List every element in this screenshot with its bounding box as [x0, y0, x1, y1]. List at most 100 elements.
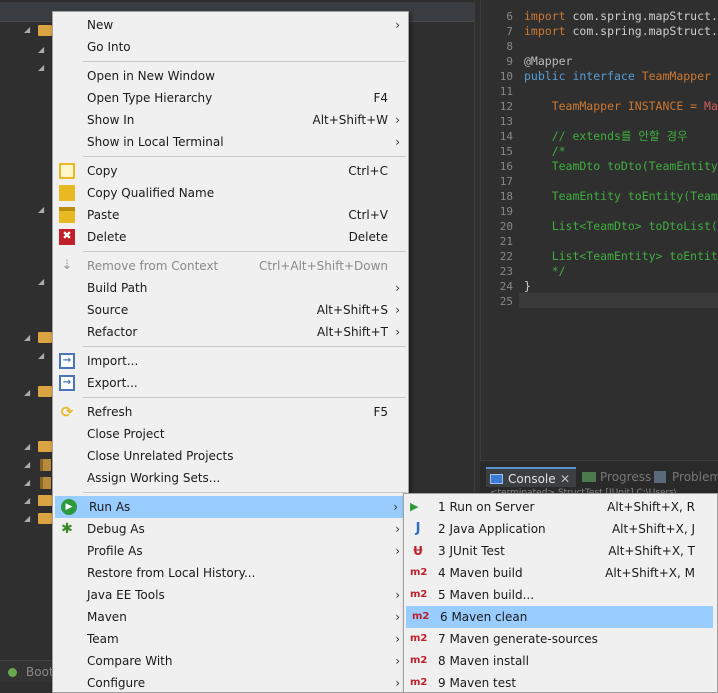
menu-item-label: Copy — [87, 164, 118, 178]
line-number: 15 — [499, 145, 513, 158]
code-token: Ma — [704, 99, 718, 113]
code-line[interactable]: /* — [524, 144, 566, 159]
run-as-item-1-run-on-server[interactable]: ▶ 1 Run on Server Alt+Shift+X, R — [404, 496, 717, 518]
tree-expand-icon[interactable]: ◢ — [38, 278, 46, 286]
code-line[interactable]: import com.spring.mapStruct. — [524, 24, 718, 39]
tree-expand-icon[interactable]: ◢ — [24, 479, 32, 487]
line-number: 23 — [499, 265, 513, 278]
menu-separator — [83, 397, 406, 398]
menu-item-export[interactable]: → Export... — [53, 372, 408, 394]
menu-item-go-into[interactable]: Go Into — [53, 36, 408, 58]
code-line[interactable]: } — [524, 279, 531, 294]
run-as-submenu[interactable]: ▶ 1 Run on Server Alt+Shift+X, R J 2 Java Ap… — [403, 493, 718, 693]
m2-icon: m2 — [412, 611, 430, 622]
tree-expand-icon[interactable]: ◢ — [24, 334, 32, 342]
code-line[interactable]: */ — [524, 264, 566, 279]
menu-item-open-type-hierarchy[interactable]: Open Type Hierarchy F4 — [53, 87, 408, 109]
run-as-item-7-maven-generate-sources[interactable]: m2 7 Maven generate-sources — [404, 628, 717, 650]
menu-item-profile-as[interactable]: Profile As › — [53, 540, 408, 562]
tree-expand-icon[interactable]: ◢ — [24, 497, 32, 505]
menu-item-close-unrelated-projects[interactable]: Close Unrelated Projects — [53, 445, 408, 467]
menu-item-label: Refactor — [87, 325, 138, 339]
code-token: @Mapper — [524, 54, 573, 68]
code-token: TeamEntity toEntity(Team — [524, 189, 718, 203]
code-line[interactable]: @Mapper — [524, 54, 572, 69]
run-as-item-8-maven-install[interactable]: m2 8 Maven install — [404, 650, 717, 672]
tab-problems[interactable]: Problem — [652, 467, 718, 487]
menu-item-java-ee-tools[interactable]: Java EE Tools › — [53, 584, 408, 606]
progress-icon — [582, 472, 596, 482]
code-editor[interactable]: 6 7 8 9 10 11 12 13 14 15 16 17 18 19 20 21 22 23 24 25 imp… — [480, 0, 718, 460]
menu-item-paste[interactable]: Paste Ctrl+V — [53, 204, 408, 226]
tree-expand-icon[interactable]: ◢ — [38, 46, 46, 54]
code-line[interactable]: TeamEntity toEntity(Team — [524, 189, 718, 204]
project-context-menu[interactable]: New › Go Into Open in New Window Open Type H… — [52, 11, 409, 693]
run-as-item-9-maven-test[interactable]: m2 9 Maven test — [404, 672, 717, 693]
run-as-item-4-maven-build[interactable]: m2 4 Maven build Alt+Shift+X, M — [404, 562, 717, 584]
menu-item-label: 5 Maven build... — [438, 588, 535, 602]
menu-item-refresh[interactable]: ⟳ Refresh F5 — [53, 401, 408, 423]
menu-item-run-as[interactable]: ▶ Run As › — [55, 496, 406, 518]
menu-item-delete[interactable]: ✖ Delete Delete — [53, 226, 408, 248]
boot-tab-label: Boot — [26, 665, 54, 679]
menu-item-open-in-new-window[interactable]: Open in New Window — [53, 65, 408, 87]
menu-separator — [83, 251, 406, 252]
tree-expand-icon[interactable]: ◢ — [38, 64, 46, 72]
menu-item-compare-with[interactable]: Compare With › — [53, 650, 408, 672]
submenu-arrow-icon: › — [395, 18, 400, 32]
tree-expand-icon[interactable]: ◢ — [38, 352, 46, 360]
submenu-arrow-icon: › — [395, 654, 400, 668]
menu-item-debug-as[interactable]: ✱ Debug As › — [53, 518, 408, 540]
code-line[interactable]: TeamMapper INSTANCE = Ma — [524, 99, 718, 114]
line-number: 10 — [499, 70, 513, 83]
tree-expand-icon[interactable]: ◢ — [38, 206, 46, 214]
tree-expand-icon[interactable]: ◢ — [24, 515, 32, 523]
run-as-item-2-java-application[interactable]: J 2 Java Application Alt+Shift+X, J — [404, 518, 717, 540]
code-line[interactable]: // extends를 안할 경우 — [524, 129, 688, 144]
code-line[interactable]: public interface TeamMapper — [524, 69, 711, 84]
code-line[interactable]: List<TeamDto> toDtoList( — [524, 219, 718, 234]
menu-item-label: Configure — [87, 676, 146, 690]
menu-item-assign-working-sets[interactable]: Assign Working Sets... — [53, 467, 408, 489]
boot-dashboard-tab[interactable]: Boot — [0, 660, 54, 682]
menu-item-import[interactable]: → Import... — [53, 350, 408, 372]
run-icon: ▶ — [61, 499, 77, 515]
menu-item-show-in-local-terminal[interactable]: Show in Local Terminal › — [53, 131, 408, 153]
tab-progress[interactable]: Progress — [580, 467, 651, 487]
menu-item-team[interactable]: Team › — [53, 628, 408, 650]
menu-item-maven[interactable]: Maven › — [53, 606, 408, 628]
menu-item-restore-from-local-history[interactable]: Restore from Local History... — [53, 562, 408, 584]
close-icon[interactable]: ✕ — [560, 469, 570, 489]
tree-expand-icon[interactable]: ◢ — [24, 26, 32, 34]
code-line[interactable]: TeamDto toDto(TeamEntity — [524, 159, 718, 174]
menu-item-copy[interactable]: Copy Ctrl+C — [53, 160, 408, 182]
console-icon — [490, 474, 503, 484]
server-icon: ▶ — [410, 500, 419, 513]
tree-expand-icon[interactable]: ◢ — [24, 443, 32, 451]
tree-expand-icon[interactable]: ◢ — [24, 461, 32, 469]
run-as-item-5-maven-build[interactable]: m2 5 Maven build... — [404, 584, 717, 606]
menu-item-copy-qualified-name[interactable]: Copy Qualified Name — [53, 182, 408, 204]
menu-item-remove-from-context[interactable]: ⇣ Remove from Context Ctrl+Alt+Shift+Down — [53, 255, 408, 277]
line-number: 13 — [499, 115, 513, 128]
current-line-highlight — [519, 293, 718, 308]
menu-item-label: Delete — [87, 230, 127, 244]
submenu-arrow-icon: › — [393, 500, 398, 514]
menu-item-refactor[interactable]: Refactor Alt+Shift+T › — [53, 321, 408, 343]
menu-item-source[interactable]: Source Alt+Shift+S › — [53, 299, 408, 321]
code-line[interactable]: List<TeamEntity> toEntit — [524, 249, 718, 264]
menu-item-close-project[interactable]: Close Project — [53, 423, 408, 445]
run-as-item-3-junit-test[interactable]: Ʉ 3 JUnit Test Alt+Shift+X, T — [404, 540, 717, 562]
menu-item-configure[interactable]: Configure › — [53, 672, 408, 693]
menu-item-shortcut: F5 — [373, 405, 388, 419]
tree-expand-icon[interactable]: ◢ — [24, 389, 32, 397]
menu-item-new[interactable]: New › — [53, 14, 408, 36]
code-line[interactable]: import com.spring.mapStruct. — [524, 9, 718, 24]
problems-icon — [654, 471, 666, 483]
menu-item-build-path[interactable]: Build Path › — [53, 277, 408, 299]
menu-item-show-in[interactable]: Show In Alt+Shift+W › — [53, 109, 408, 131]
submenu-arrow-icon: › — [395, 303, 400, 317]
run-as-item-6-maven-clean[interactable]: m2 6 Maven clean — [406, 606, 713, 628]
tab-console[interactable]: Console ✕ — [486, 467, 576, 487]
library-icon — [40, 477, 51, 489]
